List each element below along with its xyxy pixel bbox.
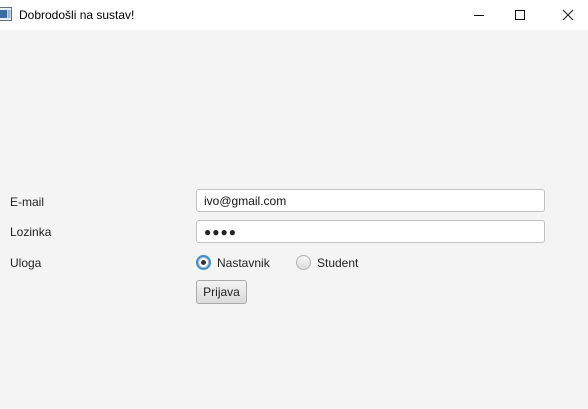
close-button[interactable]: [545, 0, 588, 30]
role-radio-student[interactable]: Student: [296, 254, 358, 271]
app-icon: [0, 7, 12, 21]
close-icon: [562, 9, 574, 21]
role-label: Uloga: [10, 256, 42, 270]
role-option-label: Nastavnik: [217, 255, 270, 270]
radio-unselected-icon[interactable]: [296, 255, 311, 270]
password-label: Lozinka: [10, 225, 52, 239]
maximize-button[interactable]: [497, 0, 543, 30]
password-field[interactable]: ●●●●: [196, 220, 545, 243]
maximize-icon: [515, 10, 525, 20]
password-mask: ●●●●: [204, 224, 237, 239]
minimize-button[interactable]: [456, 0, 502, 30]
title-bar[interactable]: Dobrodošli na sustav!: [0, 0, 588, 30]
role-radio-nastavnik[interactable]: Nastavnik: [196, 254, 270, 271]
minimize-icon: [474, 15, 484, 16]
login-window: Dobrodošli na sustav! E-mail Lozinka ●●●…: [0, 0, 588, 409]
role-option-label: Student: [317, 255, 359, 270]
email-field[interactable]: [196, 189, 545, 212]
email-label: E-mail: [10, 195, 45, 209]
radio-selected-icon[interactable]: [196, 255, 211, 270]
window-title: Dobrodošli na sustav!: [19, 8, 135, 22]
login-button[interactable]: Prijava: [196, 280, 247, 304]
